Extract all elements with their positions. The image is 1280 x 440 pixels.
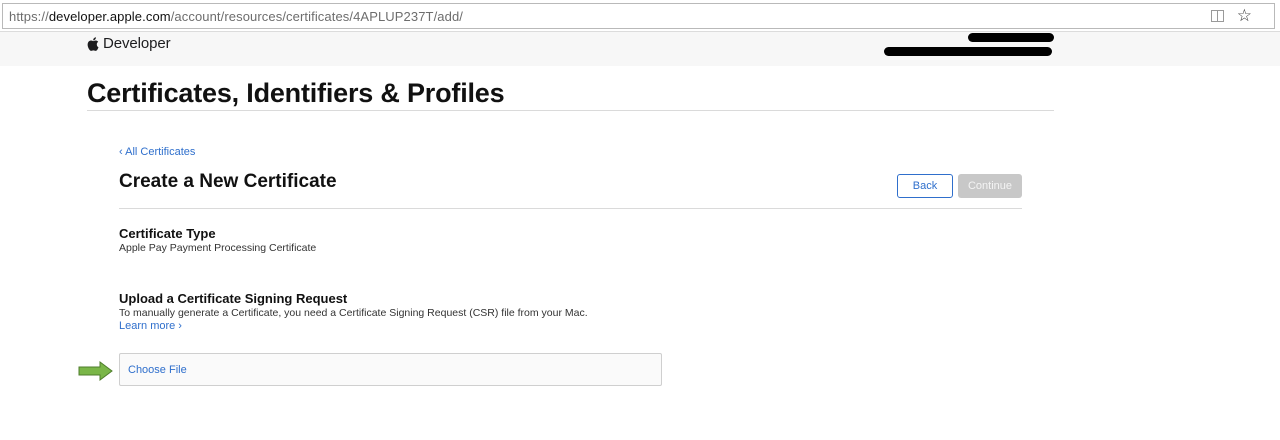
url-path: /account/resources/certificates/4APLUP23… [170,9,463,24]
learn-more-link[interactable]: Learn more › [119,320,182,332]
all-certificates-link[interactable]: ‹ All Certificates [119,146,195,158]
title-divider [87,110,1054,111]
redacted-account-name [968,33,1054,42]
bookmark-star-icon[interactable]: ☆ [1237,7,1252,25]
reader-view-icon[interactable] [1211,10,1224,22]
url-host: developer.apple.com [48,9,171,24]
url-text[interactable]: https://developer.apple.com/account/reso… [9,9,463,24]
developer-logo[interactable]: Developer [87,35,171,52]
certificate-type-value: Apple Pay Payment Processing Certificate [119,242,317,254]
url-scheme: https:// [9,9,49,24]
upload-csr-description: To manually generate a Certificate, you … [119,307,588,319]
continue-button[interactable]: Continue [958,174,1022,198]
create-certificate-title: Create a New Certificate [119,171,337,192]
page-title: Certificates, Identifiers & Profiles [87,78,505,108]
back-button[interactable]: Back [897,174,953,198]
page: https://developer.apple.com/account/reso… [0,0,1280,440]
choose-file-label[interactable]: Choose File [128,364,187,376]
choose-file-input[interactable]: Choose File [119,353,662,386]
browser-toolbar: https://developer.apple.com/account/reso… [0,0,1280,32]
developer-logo-text: Developer [103,35,171,52]
certificate-type-label: Certificate Type [119,226,216,241]
developer-header: Developer [0,32,1280,66]
apple-icon [87,36,99,51]
annotation-arrow-icon [78,361,113,381]
address-bar[interactable]: https://developer.apple.com/account/reso… [2,3,1275,29]
upload-csr-label: Upload a Certificate Signing Request [119,291,348,306]
redacted-team-name [884,47,1052,56]
section-divider [119,208,1022,209]
